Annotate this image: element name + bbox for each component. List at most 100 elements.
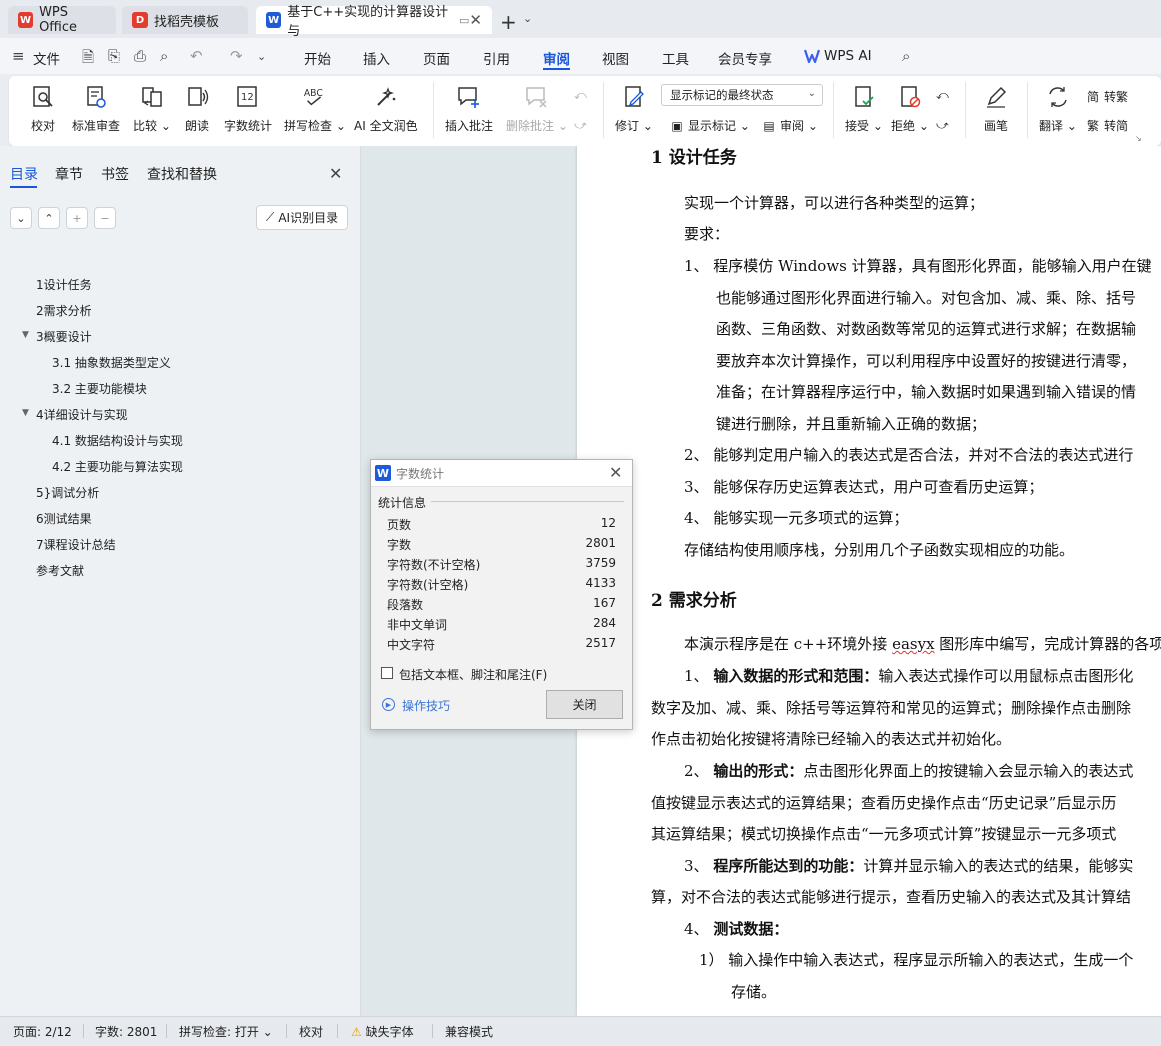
play-circle-icon[interactable]: ▶ <box>382 698 395 711</box>
menu-tools[interactable]: 工具 <box>662 48 689 68</box>
toc-item[interactable]: 3概要设计 <box>36 328 92 345</box>
status-spell-check[interactable]: 拼写检查: 打开 ⌄ <box>179 1023 273 1040</box>
menu-page[interactable]: 页面 <box>423 48 450 68</box>
compare-button[interactable]: 比较 ⌄ <box>133 80 171 140</box>
remove-heading-button[interactable]: − <box>94 207 116 229</box>
translate-button[interactable]: 翻译 ⌄ <box>1039 80 1077 140</box>
undo-icon[interactable]: ↶ <box>190 47 203 65</box>
standard-review-button[interactable]: 标准审查 <box>72 80 120 140</box>
toc-item[interactable]: 5}调试分析 <box>36 484 99 501</box>
list-item-continued: 键进行删除，并且重新输入正确的数据； <box>716 415 987 433</box>
add-heading-button[interactable]: + <box>66 207 88 229</box>
reject-button[interactable]: 拒绝 ⌄ <box>891 80 929 140</box>
tab-template[interactable]: D 找稻壳模板 <box>122 6 248 34</box>
toc-item[interactable]: 4详细设计与实现 <box>36 406 128 423</box>
review-pane-button[interactable]: ▤ 审阅 ⌄ <box>761 117 818 134</box>
toc-item[interactable]: 2需求分析 <box>36 302 92 319</box>
prev-comment-icon[interactable]: ⤺ <box>574 88 587 103</box>
menu-member[interactable]: 会员专享 <box>718 48 772 68</box>
show-markup-icon: ▣ <box>671 118 683 133</box>
toc-item[interactable]: 7课程设计总结 <box>36 536 116 553</box>
status-page[interactable]: 页面: 2/12 <box>13 1023 72 1040</box>
menu-home[interactable]: 开始 <box>304 48 331 68</box>
menu-file[interactable]: 文件 <box>33 48 60 68</box>
search-icon[interactable]: ⌕ <box>902 47 910 65</box>
read-aloud-button[interactable]: 朗读 <box>184 80 210 140</box>
print-icon[interactable]: ⎙ <box>134 47 146 65</box>
markup-state-select[interactable]: 显示标记的最终状态 ⌄ <box>661 84 823 106</box>
save-icon[interactable]: 🗎 <box>82 47 94 72</box>
docer-logo-icon: D <box>132 12 148 28</box>
to-simplified-button[interactable]: 繁转简 <box>1085 117 1128 134</box>
toc-item-label: 3概要设计 <box>36 330 92 344</box>
toc-expand-arrow-icon[interactable]: ▼ <box>22 330 29 340</box>
accept-button[interactable]: 接受 ⌄ <box>845 80 883 140</box>
show-markup-button[interactable]: ▣ 显示标记 ⌄ <box>669 117 750 134</box>
insert-comment-button[interactable]: 插入批注 <box>445 80 493 140</box>
toc-item-label: 1设计任务 <box>36 278 92 292</box>
hamburger-menu-icon[interactable]: ≡ <box>12 47 25 65</box>
spell-check-label: 拼写检查 ⌄ <box>284 119 346 133</box>
toc-expand-arrow-icon[interactable]: ▼ <box>22 408 29 418</box>
menu-insert[interactable]: 插入 <box>363 48 390 68</box>
menu-review[interactable]: 审阅 <box>543 48 570 68</box>
status-proof[interactable]: 校对 <box>299 1023 323 1040</box>
close-tab-icon[interactable]: ✕ <box>469 11 482 29</box>
collapse-all-button[interactable]: ⌄ <box>10 207 32 229</box>
expand-up-button[interactable]: ⌃ <box>38 207 60 229</box>
toc-item-label: 4.2 主要功能与算法实现 <box>52 460 183 474</box>
nav-tab-toc[interactable]: 目录 <box>10 164 38 184</box>
proofread-button[interactable]: 校对 <box>30 80 56 140</box>
nav-tab-bookmarks[interactable]: 书签 <box>101 164 129 184</box>
include-textbox-checkbox[interactable] <box>381 667 393 679</box>
print-preview-icon[interactable]: ⌕ <box>160 47 168 65</box>
status-word-count[interactable]: 字数: 2801 <box>95 1023 157 1040</box>
next-comment-icon[interactable]: ⤻ <box>574 118 587 133</box>
next-change-icon[interactable]: ⤻ <box>936 118 949 133</box>
spell-check-button[interactable]: ABC 拼写检查 ⌄ <box>284 80 346 140</box>
tab-wps-office[interactable]: W WPS Office <box>8 5 116 35</box>
toc-item[interactable]: 4.2 主要功能与算法实现 <box>52 458 183 475</box>
menu-references[interactable]: 引用 <box>483 48 510 68</box>
toc-item[interactable]: 4.1 数据结构设计与实现 <box>52 432 183 449</box>
toc-item[interactable]: 6测试结果 <box>36 510 92 527</box>
toc-item[interactable]: 参考文献 <box>36 562 84 579</box>
menu-view[interactable]: 视图 <box>602 48 629 68</box>
document-page[interactable]: 1 设计任务 实现一个计算器，可以进行各种类型的运算； 要求： 1、 程序模仿 … <box>577 146 1161 1016</box>
nav-tab-chapters[interactable]: 章节 <box>55 164 83 184</box>
track-changes-button[interactable]: 修订 ⌄ <box>615 80 653 140</box>
dialog-title-bar[interactable]: W 字数统计 ✕ <box>371 460 632 487</box>
standard-review-label: 标准审查 <box>72 119 121 133</box>
toc-item[interactable]: 3.2 主要功能模块 <box>52 380 147 397</box>
ai-polish-button[interactable]: AI 全文润色 <box>354 80 418 140</box>
dialog-close-icon[interactable]: ✕ <box>609 463 622 482</box>
ink-button[interactable]: 画笔 <box>983 80 1009 140</box>
monitor-icon[interactable]: ▭ <box>459 14 469 27</box>
expand-ribbon-icon[interactable]: ↘ <box>1135 134 1142 143</box>
menu-wps-ai[interactable]: WPS AI <box>804 48 872 64</box>
prev-change-icon[interactable]: ⤺ <box>936 88 949 103</box>
track-changes-label: 修订 ⌄ <box>615 119 653 133</box>
close-panel-icon[interactable]: ✕ <box>329 164 342 183</box>
tab-list-chevron-icon[interactable]: ⌄ <box>523 12 532 25</box>
nav-tab-find-replace[interactable]: 查找和替换 <box>147 164 217 184</box>
ai-polish-label: AI 全文润色 <box>354 119 418 133</box>
new-tab-plus-icon[interactable]: + <box>500 10 517 34</box>
tab-document[interactable]: W 基于C++实现的计算器设计与 ▭ ✕ <box>256 5 492 39</box>
export-pdf-icon[interactable]: ⎘ <box>108 47 120 65</box>
redo-icon[interactable]: ↷ <box>230 47 243 65</box>
quick-access-chevron-icon[interactable]: ⌄ <box>257 50 266 63</box>
to-traditional-button[interactable]: 简转繁 <box>1085 88 1128 105</box>
delete-comment-button[interactable]: 删除批注 ⌄ <box>506 80 568 140</box>
numbered-paragraph: 2、 输出的形式：点击图形化界面上的按键输入会显示输入的表达式 <box>684 762 1134 780</box>
dialog-close-button[interactable]: 关闭 <box>546 690 623 719</box>
ai-toc-button[interactable]: ⟋ AI识别目录 <box>256 205 348 230</box>
stat-value: 2801 <box>585 536 616 550</box>
status-missing-font[interactable]: ⚠ 缺失字体 <box>351 1023 414 1040</box>
tips-link[interactable]: 操作技巧 <box>402 697 450 714</box>
toc-item[interactable]: 3.1 抽象数据类型定义 <box>52 354 171 371</box>
toc-item[interactable]: 1设计任务 <box>36 276 92 293</box>
include-textbox-label[interactable]: 包括文本框、脚注和尾注(F) <box>399 666 547 683</box>
word-count-button[interactable]: 12 字数统计 <box>224 80 272 140</box>
list-item: 2、 能够判定用户输入的表达式是否合法，并对不合法的表达式进行 <box>684 446 1134 464</box>
